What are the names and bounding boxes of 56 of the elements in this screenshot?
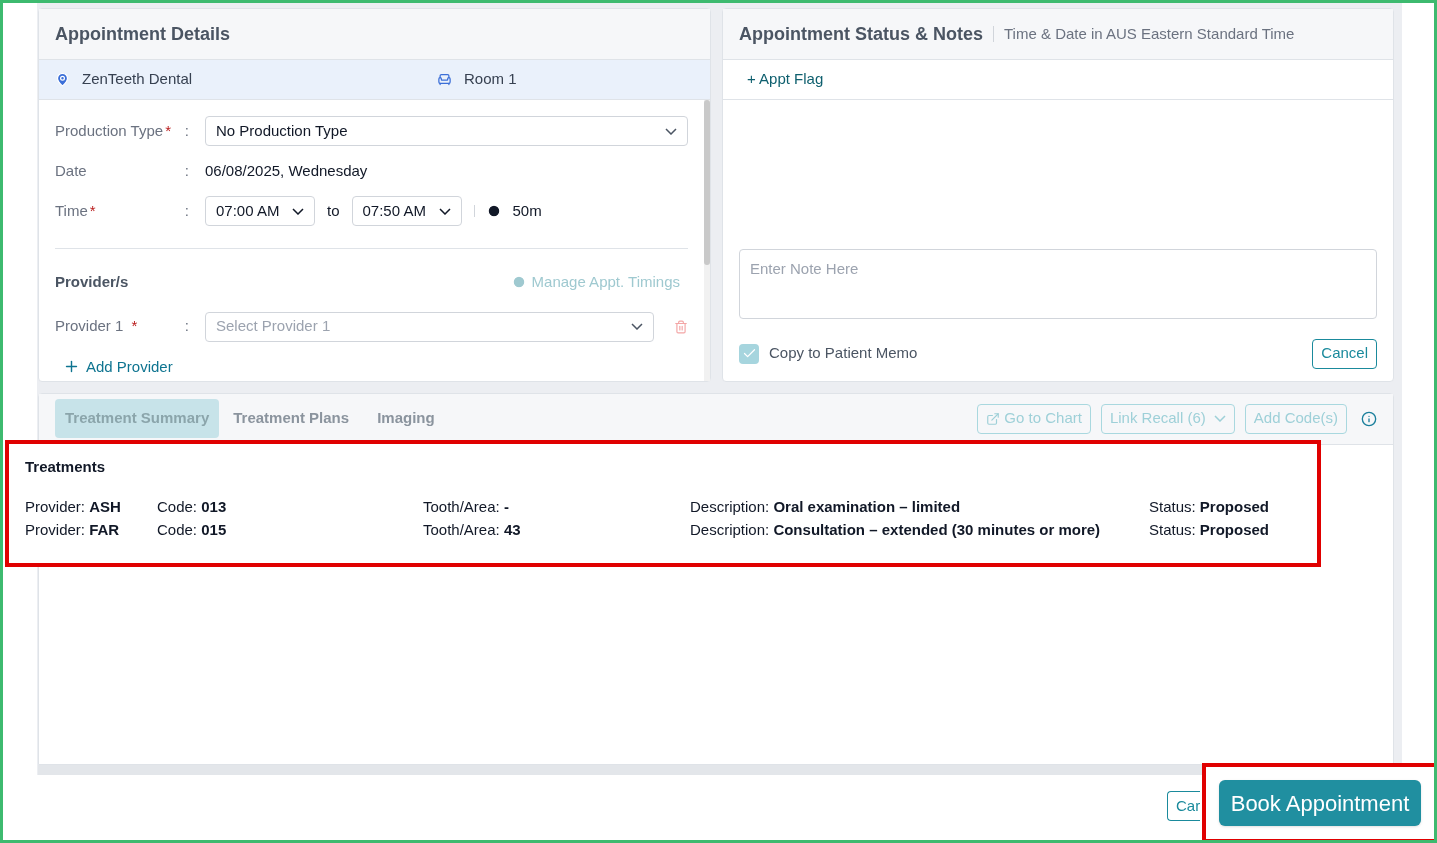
card-subtitle: Time & Date in AUS Eastern Standard Time <box>1004 23 1295 44</box>
location-name: ZenTeeth Dental <box>82 69 194 90</box>
field-separator: : <box>184 160 189 181</box>
section-title: Provider/s <box>55 272 129 292</box>
cancel-button[interactable]: Car <box>1167 791 1200 821</box>
chevron-down-icon <box>665 127 677 135</box>
card-title: Appointment Details <box>55 22 230 46</box>
copy-memo-checkbox[interactable] <box>739 343 759 364</box>
note-field[interactable]: Enter Note Here <box>739 248 1377 319</box>
chevron-down-icon <box>1213 415 1226 422</box>
start-time-select[interactable]: 07:00 AM <box>205 196 315 226</box>
delete-icon[interactable] <box>674 319 688 334</box>
treatment-cell-text: Tooth/Area: - <box>423 496 510 517</box>
add-provider-button[interactable]: Add Provider <box>63 355 173 378</box>
treatment-cell-text: Provider: FAR <box>25 519 121 540</box>
tab[interactable]: Imaging <box>367 399 445 438</box>
field-separator: : <box>184 120 189 141</box>
required-mark: * <box>131 316 138 337</box>
checkbox-label: Copy to Patient Memo <box>769 343 918 364</box>
field-label: Time <box>55 200 88 221</box>
info-icon[interactable] <box>1361 410 1377 427</box>
tab[interactable]: Treatment Plans <box>223 399 360 438</box>
chevron-down-icon <box>292 207 304 215</box>
tab[interactable]: Treatment Summary <box>55 399 220 438</box>
field-label: Date <box>55 160 87 181</box>
chevron-down-icon <box>631 323 643 330</box>
treatments-title: Treatments <box>25 457 107 477</box>
location-pin-icon <box>55 72 70 87</box>
treatment-cell-text: Description: Oral examination – limited <box>690 496 962 517</box>
duration: 50m <box>512 200 542 221</box>
chevron-down-icon <box>438 207 451 215</box>
cancel-button[interactable]: Cancel <box>1312 338 1377 369</box>
date-value: 06/08/2025, Wednesday <box>205 160 368 181</box>
external-link-icon <box>986 411 1001 426</box>
treatment-cell-text: Status: Proposed <box>1149 496 1271 517</box>
book-appointment-button[interactable]: Book Appointment <box>1218 780 1422 826</box>
room-name: Room 1 <box>464 69 517 90</box>
field-separator: : <box>184 316 189 337</box>
appt-flag-link[interactable]: + Appt Flag <box>747 68 824 91</box>
treatment-cell-text: Provider: ASH <box>25 496 122 517</box>
time-connector: to <box>327 200 340 221</box>
dental-chair-icon <box>437 72 452 87</box>
treatment-cell-text: Status: Proposed <box>1149 519 1271 540</box>
provider-select[interactable]: Select Provider 1 <box>205 311 654 342</box>
treatment-cell-text: Description: Consultation – extended (30 minutes or more) <box>690 519 1102 540</box>
production-type-select[interactable]: No Production Type <box>205 116 688 146</box>
card-title: Appointment Status & Notes <box>739 22 983 46</box>
required-mark: * <box>89 200 96 221</box>
treatment-cell-text: Code: 013 <box>157 496 228 517</box>
required-mark: * <box>165 120 171 141</box>
treatment-cell-text: Code: 015 <box>157 519 228 540</box>
field-separator: : <box>184 200 189 221</box>
end-time-select[interactable]: 07:50 AM <box>351 196 462 226</box>
field-label: Production Type <box>55 120 164 141</box>
treatment-cell-text: Tooth/Area: 43 <box>423 519 522 540</box>
field-label: Provider 1 <box>55 316 124 337</box>
